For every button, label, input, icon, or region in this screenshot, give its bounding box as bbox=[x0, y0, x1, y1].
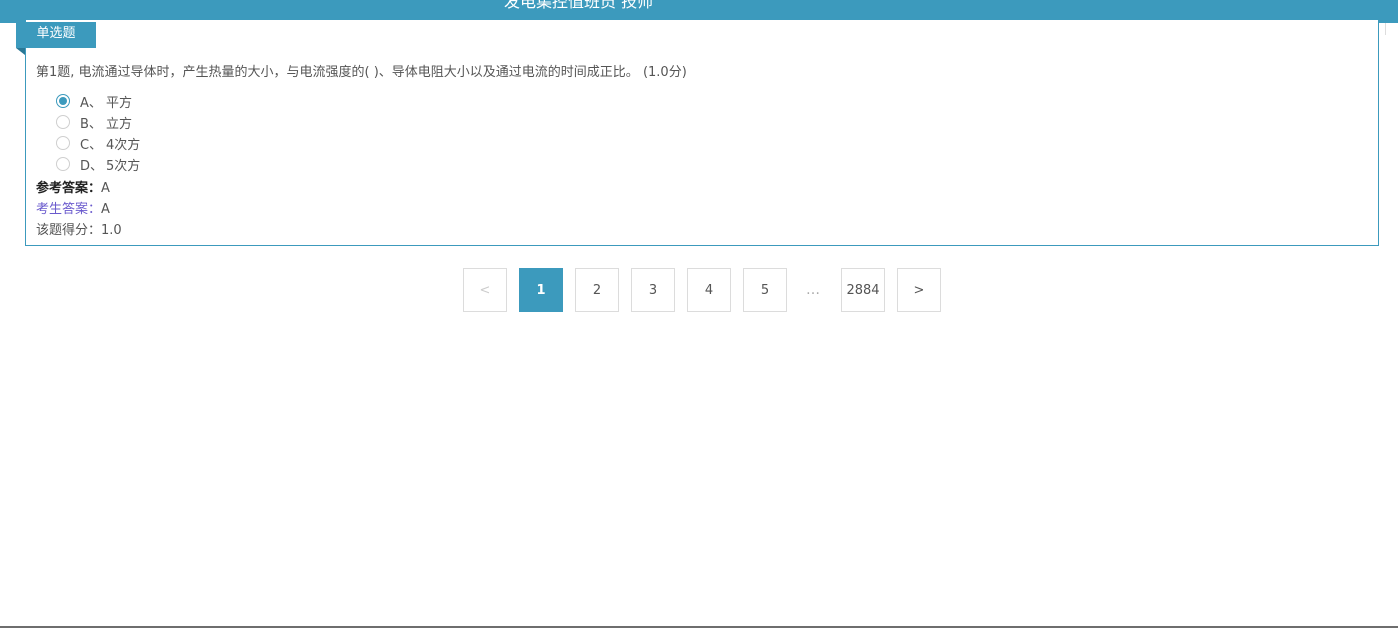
option-text: 4次方 bbox=[106, 137, 141, 153]
page-button-1[interactable]: 1 bbox=[519, 268, 563, 312]
radio-button-a[interactable] bbox=[56, 94, 70, 108]
exam-title: 发电集控值班员 技师 bbox=[504, 0, 654, 11]
radio-button-c[interactable] bbox=[56, 136, 70, 150]
page-button-4[interactable]: 4 bbox=[687, 268, 731, 312]
student-answer-value: A bbox=[101, 202, 110, 217]
page-button-3[interactable]: 3 bbox=[631, 268, 675, 312]
score-label: 该题得分： bbox=[36, 223, 102, 238]
last-page-button[interactable]: 2884 bbox=[841, 268, 885, 312]
next-page-button[interactable]: > bbox=[897, 268, 941, 312]
option-d[interactable]: D、 5次方 bbox=[56, 155, 141, 174]
student-answer-label: 考生答案： bbox=[36, 202, 102, 217]
radio-button-b[interactable] bbox=[56, 115, 70, 129]
option-letter: D、 bbox=[80, 158, 104, 174]
option-text: 5次方 bbox=[106, 158, 141, 174]
option-letter: B、 bbox=[80, 116, 102, 132]
option-a[interactable]: A、 平方 bbox=[56, 92, 133, 111]
option-c[interactable]: C、 4次方 bbox=[56, 134, 141, 153]
score-row: 该题得分：1.0 bbox=[36, 219, 122, 238]
page-button-5[interactable]: 5 bbox=[743, 268, 787, 312]
option-b[interactable]: B、 立方 bbox=[56, 113, 133, 132]
option-text: 平方 bbox=[106, 95, 133, 111]
score-value: 1.0 bbox=[101, 223, 122, 238]
reference-answer-label: 参考答案： bbox=[36, 181, 102, 196]
reference-answer-row: 参考答案：A bbox=[36, 177, 110, 196]
question-type-tab: 单选题 bbox=[16, 22, 96, 48]
student-answer-row: 考生答案：A bbox=[36, 198, 110, 217]
page-ellipsis: … bbox=[806, 282, 822, 298]
question-stem: 第1题, 电流通过导体时，产生热量的大小，与电流强度的( )、导体电阻大小以及通… bbox=[36, 65, 687, 80]
prev-page-button[interactable]: < bbox=[463, 268, 507, 312]
option-letter: C、 bbox=[80, 137, 103, 153]
option-text: 立方 bbox=[106, 116, 133, 132]
reference-answer-value: A bbox=[101, 181, 110, 196]
page-button-2[interactable]: 2 bbox=[575, 268, 619, 312]
option-letter: A、 bbox=[80, 95, 102, 111]
divider bbox=[1385, 23, 1386, 35]
question-card bbox=[25, 20, 1379, 246]
tab-fold-decoration bbox=[16, 48, 25, 55]
radio-button-d[interactable] bbox=[56, 157, 70, 171]
